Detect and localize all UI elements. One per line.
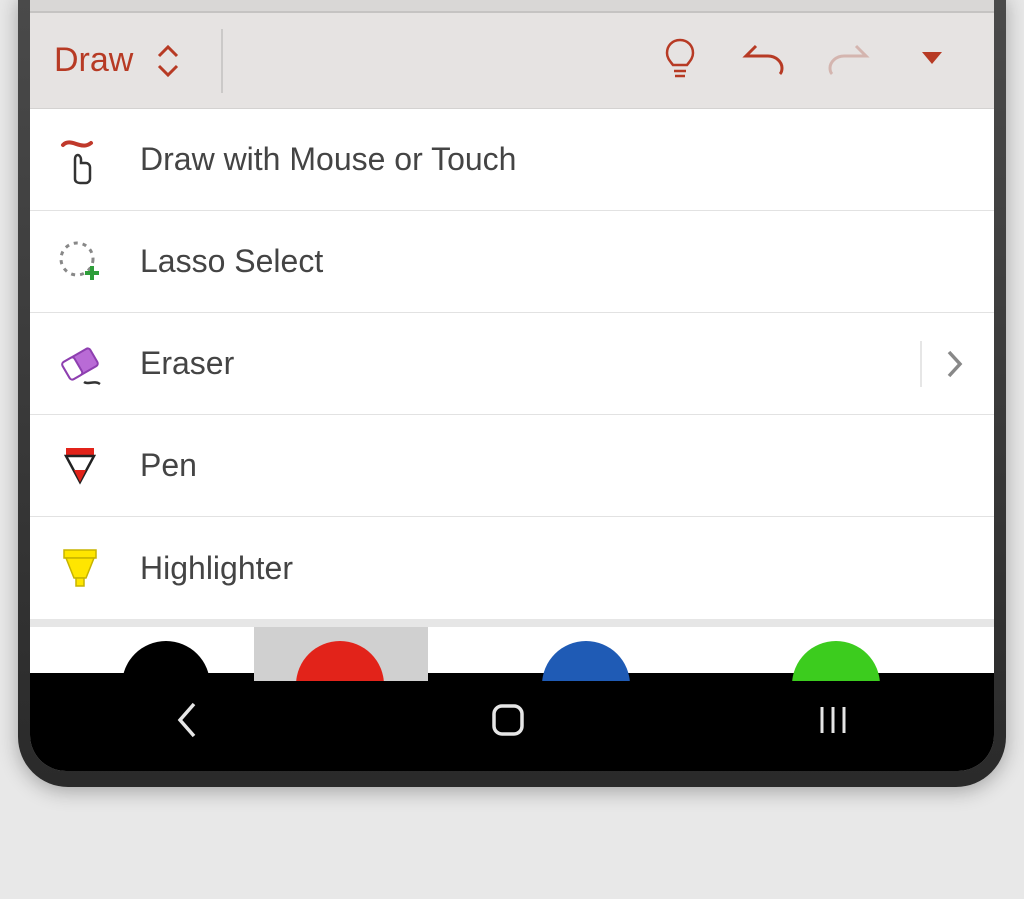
overflow-button[interactable] [890, 29, 974, 93]
lasso-icon [54, 236, 106, 288]
lightbulb-icon [661, 36, 699, 85]
color-swatch-blue[interactable] [500, 627, 674, 681]
phone-frame: Draw [18, 0, 1006, 787]
ideas-button[interactable] [638, 29, 722, 93]
nav-home-button[interactable] [489, 701, 527, 744]
menu-item-label: Eraser [140, 345, 886, 382]
nav-recents-button[interactable] [816, 703, 850, 742]
nav-back-button[interactable] [174, 700, 200, 745]
redo-icon [826, 38, 870, 83]
undo-button[interactable] [722, 29, 806, 93]
menu-item-highlighter[interactable]: Highlighter [30, 517, 994, 619]
eraser-icon [54, 338, 106, 390]
pen-icon [54, 440, 106, 492]
menu-item-label: Highlighter [140, 550, 964, 587]
canvas-peek [30, 0, 994, 13]
menu-item-eraser[interactable]: Eraser [30, 313, 994, 415]
draw-touch-icon [54, 134, 106, 186]
screen: Draw [30, 0, 994, 771]
ribbon-tab-selector[interactable]: Draw [54, 29, 223, 93]
color-swatch-row [30, 619, 994, 673]
highlighter-icon [54, 542, 106, 594]
undo-icon [742, 38, 786, 83]
android-nav-bar [30, 673, 994, 771]
color-swatch-red[interactable] [254, 627, 428, 681]
menu-item-pen[interactable]: Pen [30, 415, 994, 517]
menu-item-label: Pen [140, 447, 964, 484]
draw-menu: Draw with Mouse or Touch Lasso Select [30, 109, 994, 619]
ribbon-toolbar: Draw [30, 13, 994, 109]
menu-item-label: Draw with Mouse or Touch [140, 141, 964, 178]
menu-item-label: Lasso Select [140, 243, 964, 280]
ribbon-tab-label: Draw [54, 41, 133, 80]
menu-item-lasso[interactable]: Lasso Select [30, 211, 994, 313]
redo-button [806, 29, 890, 93]
color-swatch-black[interactable] [80, 627, 254, 681]
caret-down-icon [920, 50, 944, 71]
chevrons-updown-icon [155, 42, 181, 80]
menu-item-draw-touch[interactable]: Draw with Mouse or Touch [30, 109, 994, 211]
color-swatch-green[interactable] [750, 627, 924, 681]
chevron-right-icon [920, 341, 964, 387]
